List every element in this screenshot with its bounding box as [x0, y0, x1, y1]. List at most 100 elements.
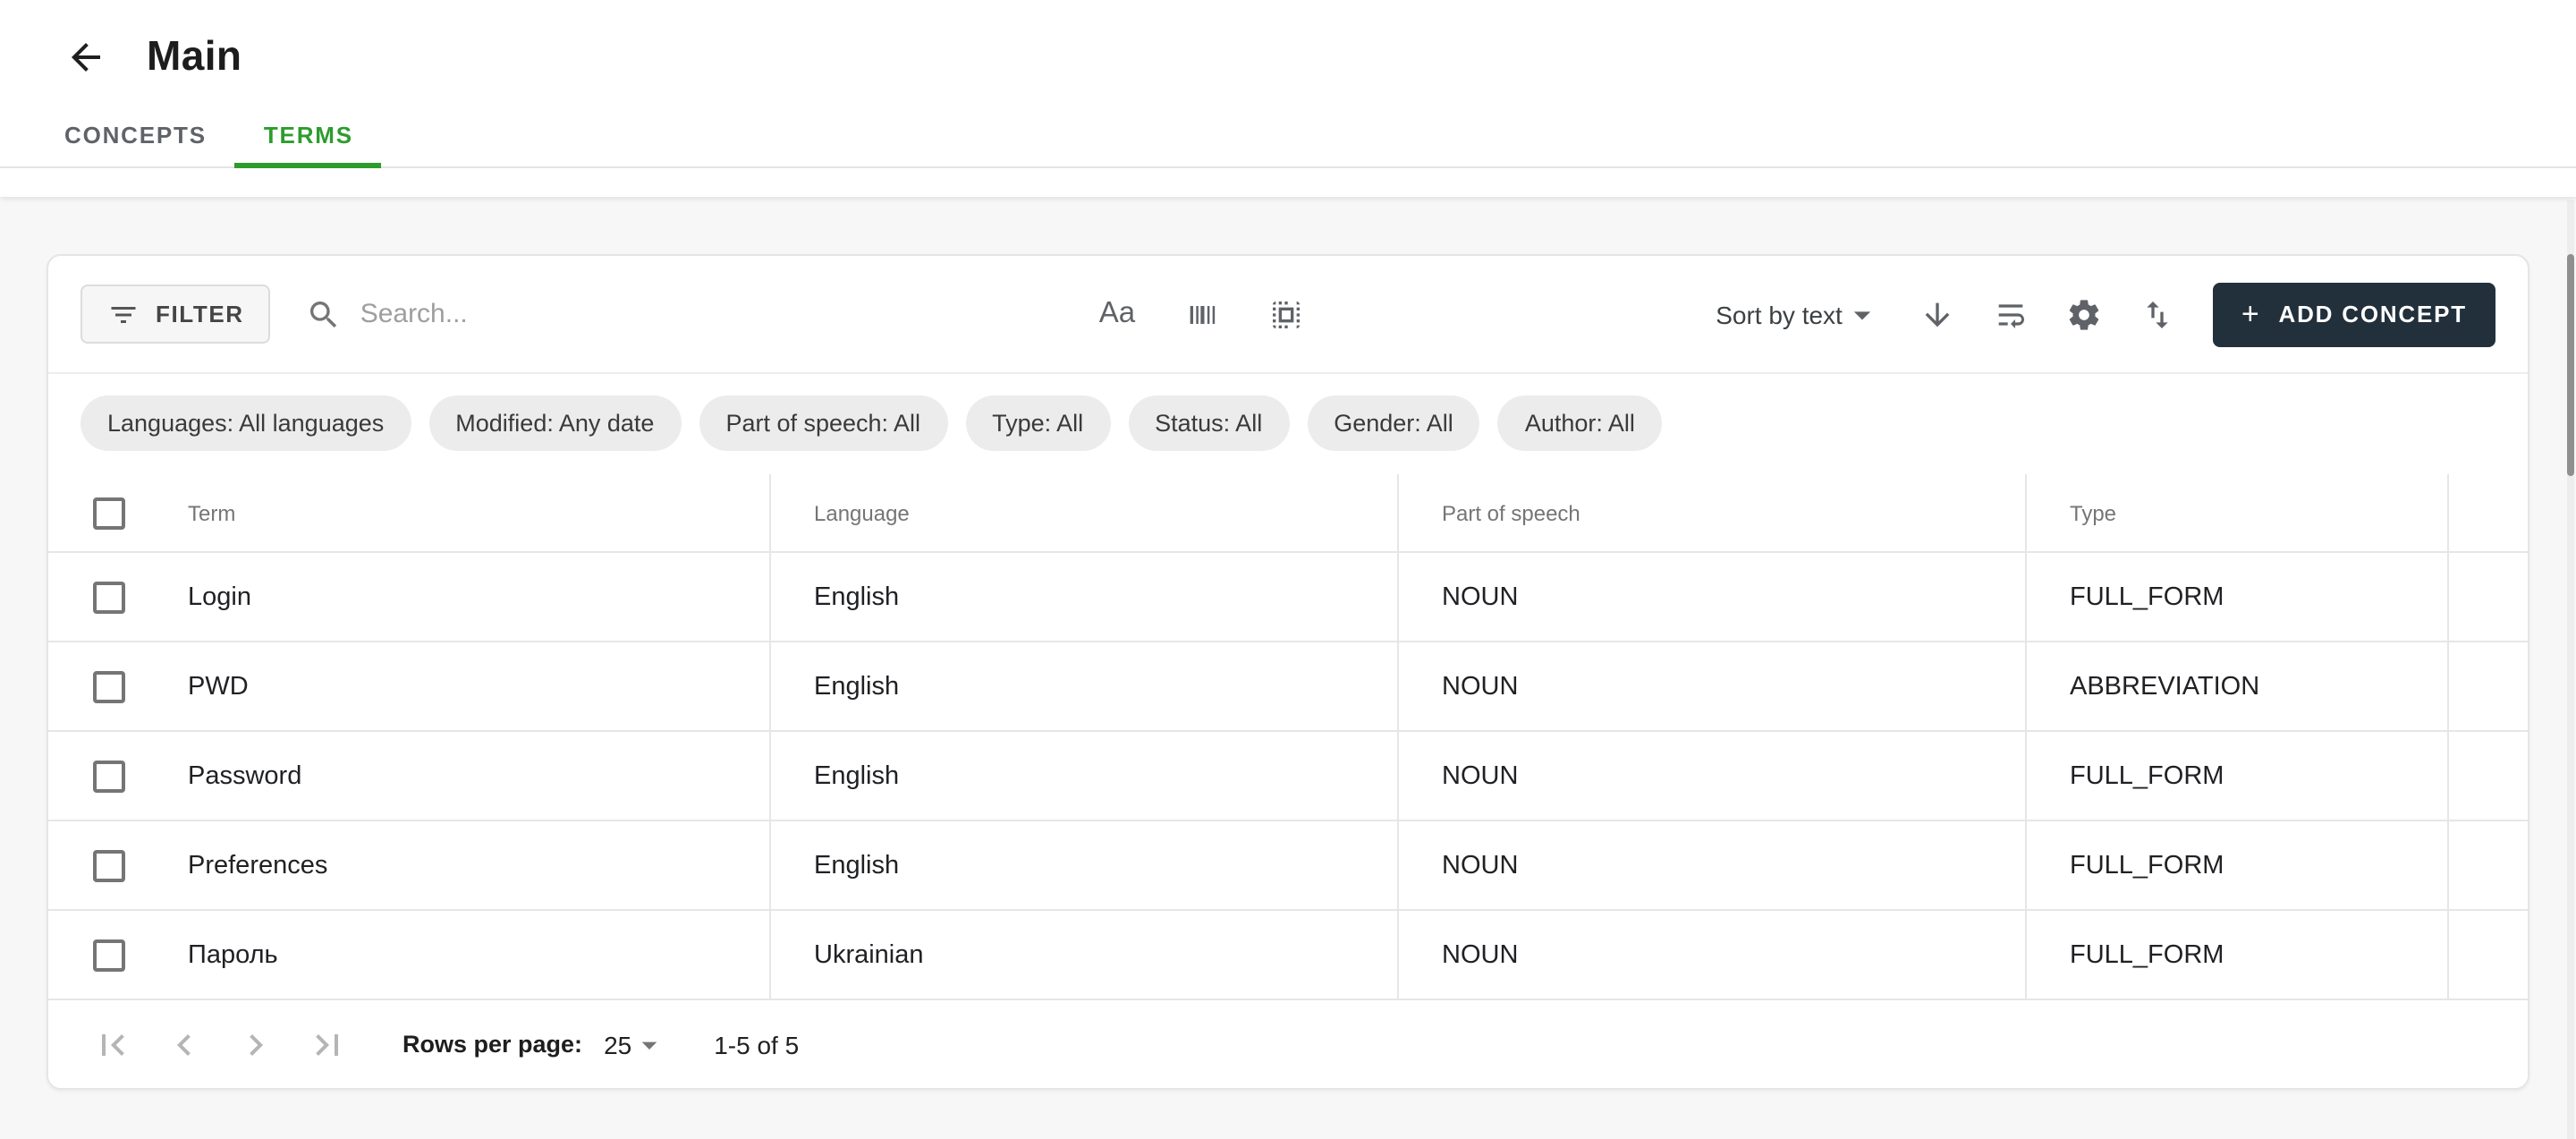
table-row[interactable]: PWD English NOUN ABBREVIATION — [48, 642, 2528, 732]
next-page-button[interactable] — [234, 1023, 277, 1066]
sort-direction-button[interactable] — [1919, 296, 1955, 332]
gear-icon — [2066, 296, 2102, 332]
search-option-icons: Aa — [1099, 296, 1303, 332]
column-header-type[interactable]: Type — [2025, 474, 2447, 551]
type-cell: FULL_FORM — [2025, 821, 2447, 909]
empty-cell — [2447, 642, 2528, 730]
first-page-button[interactable] — [91, 1023, 134, 1066]
plus-icon: + — [2241, 298, 2261, 328]
row-checkbox[interactable] — [93, 581, 125, 613]
filter-chip[interactable]: Author: All — [1498, 395, 1662, 451]
language-cell: English — [769, 821, 1397, 909]
last-page-button[interactable] — [306, 1023, 349, 1066]
page-header: Main CONCEPTS TERMS — [0, 0, 2576, 197]
tab-terms[interactable]: TERMS — [235, 104, 382, 166]
select-all-button[interactable] — [1267, 296, 1303, 332]
last-page-icon — [306, 1023, 349, 1066]
filter-chip[interactable]: Modified: Any date — [428, 395, 681, 451]
term-cell: Preferences — [177, 821, 769, 909]
term-cell: Пароль — [177, 911, 769, 999]
import-export-button[interactable] — [2140, 296, 2175, 332]
column-header-extra — [2447, 474, 2528, 551]
sort-dropdown-label: Sort by text — [1716, 300, 1843, 328]
row-checkbox[interactable] — [93, 670, 125, 702]
toolbar: FILTER Aa Sort by — [48, 256, 2528, 374]
arrow-left-icon — [64, 35, 107, 78]
empty-cell — [2447, 553, 2528, 641]
part-of-speech-cell: NOUN — [1397, 732, 2025, 820]
caret-down-icon — [631, 1026, 667, 1062]
language-cell: English — [769, 732, 1397, 820]
toolbar-right-cluster: Sort by text — [1716, 282, 2496, 346]
previous-page-button[interactable] — [163, 1023, 206, 1066]
filter-chip[interactable]: Status: All — [1128, 395, 1289, 451]
filter-list-icon — [107, 298, 140, 330]
table-row[interactable]: Пароль Ukrainian NOUN FULL_FORM — [48, 911, 2528, 1000]
filter-chip[interactable]: Gender: All — [1307, 395, 1480, 451]
term-cell: Password — [177, 732, 769, 820]
sort-dropdown[interactable]: Sort by text — [1716, 294, 1882, 334]
swap-vertical-icon — [2140, 296, 2175, 332]
search-box — [307, 296, 1067, 332]
filter-button[interactable]: FILTER — [80, 285, 271, 344]
wrap-text-button[interactable] — [1993, 296, 2029, 332]
terms-table: Term Language Part of speech Type Login … — [48, 474, 2528, 1000]
pagination-bar: Rows per page: 25 1-5 of 5 — [48, 1000, 2528, 1088]
term-cell: Login — [177, 553, 769, 641]
match-case-toggle[interactable]: Aa — [1099, 297, 1135, 331]
tab-concepts[interactable]: CONCEPTS — [36, 104, 235, 166]
table-row[interactable]: Login English NOUN FULL_FORM — [48, 553, 2528, 642]
filter-chips-row: Languages: All languages Modified: Any da… — [48, 374, 2528, 474]
rows-per-page-select[interactable]: 25 — [604, 1026, 667, 1062]
back-button[interactable] — [64, 35, 107, 78]
column-header-part-of-speech[interactable]: Part of speech — [1397, 474, 2025, 551]
language-cell: English — [769, 553, 1397, 641]
pagination-range: 1-5 of 5 — [714, 1030, 799, 1058]
table-header-row: Term Language Part of speech Type — [48, 474, 2528, 553]
column-header-term[interactable]: Term — [177, 474, 769, 551]
table-row[interactable]: Password English NOUN FULL_FORM — [48, 732, 2528, 821]
page-scrollbar-track[interactable] — [2567, 200, 2574, 1139]
filter-chip[interactable]: Type: All — [965, 395, 1110, 451]
type-cell: FULL_FORM — [2025, 732, 2447, 820]
first-page-icon — [91, 1023, 134, 1066]
row-checkbox[interactable] — [93, 760, 125, 792]
filter-chip[interactable]: Part of speech: All — [699, 395, 947, 451]
term-cell: PWD — [177, 642, 769, 730]
search-input[interactable] — [360, 299, 1067, 329]
filter-chip[interactable]: Languages: All languages — [80, 395, 411, 451]
add-concept-label: ADD CONCEPT — [2279, 301, 2468, 327]
part-of-speech-cell: NOUN — [1397, 911, 2025, 999]
type-cell: FULL_FORM — [2025, 553, 2447, 641]
terms-card: FILTER Aa Sort by — [47, 254, 2529, 1090]
caret-down-icon — [1843, 294, 1882, 334]
part-of-speech-cell: NOUN — [1397, 642, 2025, 730]
title-row: Main — [0, 0, 2576, 81]
content-area: FILTER Aa Sort by — [0, 197, 2576, 1090]
type-cell: ABBREVIATION — [2025, 642, 2447, 730]
tab-bar: CONCEPTS TERMS — [0, 104, 2576, 168]
wrap-text-icon — [1993, 296, 2029, 332]
barcode-icon — [1182, 296, 1221, 332]
page-title: Main — [147, 32, 242, 81]
chevron-left-icon — [163, 1023, 206, 1066]
row-checkbox[interactable] — [93, 849, 125, 881]
arrow-down-icon — [1919, 296, 1955, 332]
table-row[interactable]: Preferences English NOUN FULL_FORM — [48, 821, 2528, 911]
empty-cell — [2447, 911, 2528, 999]
barcode-button[interactable] — [1182, 296, 1221, 332]
column-header-language[interactable]: Language — [769, 474, 1397, 551]
empty-cell — [2447, 821, 2528, 909]
row-checkbox[interactable] — [93, 939, 125, 971]
page-scrollbar-thumb[interactable] — [2567, 254, 2574, 476]
language-cell: Ukrainian — [769, 911, 1397, 999]
chevron-right-icon — [234, 1023, 277, 1066]
select-all-checkbox[interactable] — [93, 497, 125, 529]
language-cell: English — [769, 642, 1397, 730]
pagination-controls — [91, 1023, 349, 1066]
add-concept-button[interactable]: + ADD CONCEPT — [2213, 282, 2496, 346]
table-body: Login English NOUN FULL_FORM PWD English… — [48, 553, 2528, 1000]
part-of-speech-cell: NOUN — [1397, 553, 2025, 641]
settings-button[interactable] — [2066, 296, 2102, 332]
filter-button-label: FILTER — [156, 301, 244, 327]
